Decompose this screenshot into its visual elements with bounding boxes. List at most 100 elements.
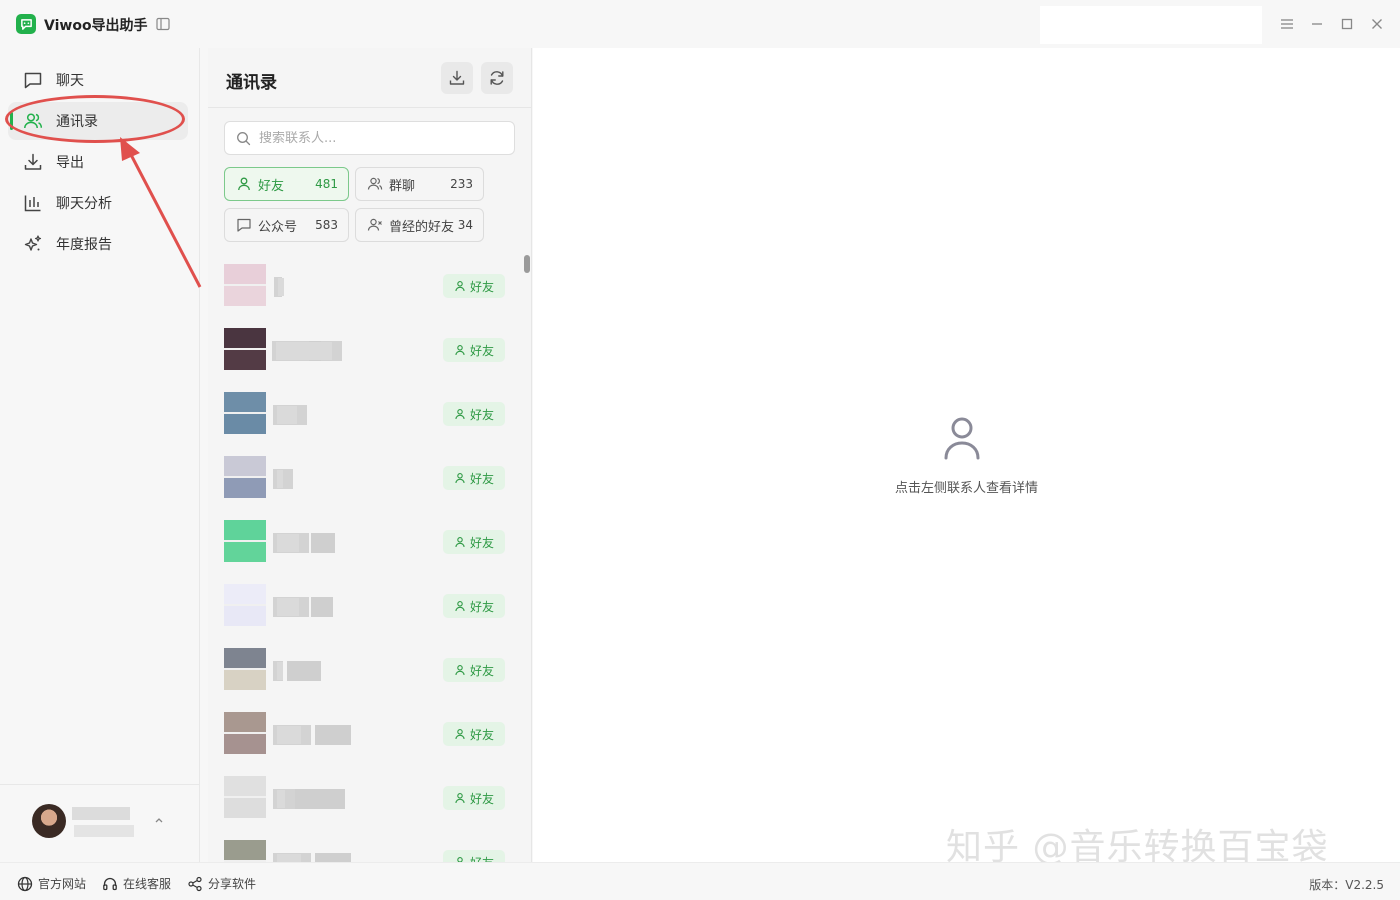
contact-name-blur <box>273 469 293 489</box>
menu-icon[interactable] <box>1277 14 1297 34</box>
contact-name-blur <box>277 534 299 552</box>
badge-label: 好友 <box>469 663 494 678</box>
empty-state-text: 点击左侧联系人查看详情 <box>894 481 1038 496</box>
download-icon <box>449 70 465 85</box>
contact-avatar <box>224 584 266 626</box>
headset-icon <box>102 876 118 892</box>
sparkles-icon <box>23 234 43 254</box>
contact-avatar <box>224 328 266 370</box>
contact-name-blur <box>277 726 301 744</box>
username-blur <box>72 807 130 820</box>
contact-name-blur <box>277 470 283 488</box>
filter-groups[interactable]: 群聊 233 <box>355 167 484 201</box>
search-box[interactable] <box>224 121 515 155</box>
nav-item-label: 聊天 <box>56 73 84 89</box>
footer-link-label: 分享软件 <box>208 877 257 891</box>
contact-avatar <box>224 712 266 754</box>
scrollbar-thumb[interactable] <box>524 255 530 273</box>
export-contacts-button[interactable] <box>441 62 473 94</box>
table-row[interactable]: 好友 <box>224 392 514 438</box>
filter-friends[interactable]: 好友 481 <box>224 167 349 201</box>
user-id-blur <box>74 825 134 837</box>
table-row[interactable]: 好友 <box>224 712 514 758</box>
collapse-sidebar-icon[interactable] <box>155 16 171 32</box>
user-icon <box>454 344 466 356</box>
nav-item-label: 导出 <box>56 155 84 171</box>
contacts-icon <box>23 111 43 131</box>
chat-icon <box>23 70 43 90</box>
badge-label: 好友 <box>469 407 494 422</box>
badge-label: 好友 <box>470 854 494 863</box>
close-icon[interactable] <box>1367 14 1387 34</box>
table-row[interactable]: 好友 <box>224 648 514 694</box>
table-row[interactable]: 好友 <box>224 328 514 374</box>
avatar[interactable] <box>32 804 66 838</box>
filter-label: 曾经的好友 <box>389 219 455 235</box>
table-row[interactable]: 好友 <box>224 840 514 862</box>
nav-item-export[interactable]: 导出 <box>8 143 188 181</box>
page-title: 通讯录 <box>226 73 277 93</box>
friend-badge: 好友 <box>443 530 505 554</box>
user-icon <box>454 792 466 804</box>
search-input[interactable] <box>259 130 509 146</box>
sidebar: 聊天 通讯录 导出 聊天分析 年度报告 <box>0 48 200 862</box>
contact-name-blur <box>276 342 332 360</box>
friend-badge: 好友 <box>443 786 505 810</box>
app-logo-icon <box>16 14 36 34</box>
official-website-link[interactable]: 官方网站 <box>17 875 86 892</box>
nav-item-label: 聊天分析 <box>56 196 112 212</box>
app-title: Viwoo导出助手 <box>44 18 148 34</box>
nav-item-contacts[interactable]: 通讯录 <box>8 102 188 140</box>
contact-avatar <box>224 648 266 690</box>
table-row[interactable]: 好友 <box>224 456 514 502</box>
filter-official-accounts[interactable]: 公众号 583 <box>224 208 349 242</box>
filter-former-friends[interactable]: 曾经的好友 34 <box>355 208 484 242</box>
user-icon <box>454 664 466 676</box>
bar-chart-icon <box>23 193 43 213</box>
user-icon <box>454 536 466 548</box>
share-software-link[interactable]: 分享软件 <box>187 875 256 892</box>
contact-avatar <box>224 520 266 562</box>
user-x-icon <box>367 217 383 233</box>
table-row[interactable]: 好友 <box>224 776 514 822</box>
online-support-link[interactable]: 在线客服 <box>102 875 171 892</box>
maximize-icon[interactable] <box>1337 14 1357 34</box>
friend-badge: 好友 <box>443 466 505 490</box>
badge-label: 好友 <box>469 343 494 358</box>
user-icon <box>236 176 252 192</box>
badge-label: 好友 <box>469 599 494 614</box>
filter-label: 好友 <box>258 178 285 194</box>
minimize-icon[interactable] <box>1307 14 1327 34</box>
contact-avatar <box>224 264 266 306</box>
user-profile[interactable] <box>0 784 200 862</box>
footer-link-label: 官方网站 <box>38 877 87 891</box>
nav-item-label: 通讯录 <box>56 114 98 130</box>
refresh-button[interactable] <box>481 62 513 94</box>
chevron-up-icon[interactable] <box>152 813 166 827</box>
friend-badge: 好友 <box>443 274 505 298</box>
contact-name-blur <box>277 598 299 616</box>
table-row[interactable]: 好友 <box>224 584 514 630</box>
nav-item-annual-report[interactable]: 年度报告 <box>8 225 188 263</box>
filter-count: 481 <box>315 177 338 191</box>
friend-badge: 好友 <box>443 722 505 746</box>
contact-name-blur <box>311 597 333 617</box>
message-square-icon <box>236 217 252 233</box>
nav-item-chat[interactable]: 聊天 <box>8 61 188 99</box>
contact-name-blur <box>295 789 345 809</box>
badge-label: 好友 <box>469 727 494 742</box>
filter-label: 群聊 <box>389 178 416 194</box>
user-icon <box>454 280 466 292</box>
footer: 官方网站 在线客服 分享软件 版本：V2.2.5 <box>0 862 1400 900</box>
filter-count: 34 <box>457 218 473 232</box>
user-icon <box>454 472 466 484</box>
nav-item-label: 年度报告 <box>56 237 112 253</box>
table-row[interactable]: 好友 <box>224 520 514 566</box>
badge-label: 好友 <box>469 791 494 806</box>
contact-avatar <box>224 392 266 434</box>
filter-count: 583 <box>315 218 338 232</box>
contact-name-blur <box>315 725 351 745</box>
contact-name-blur <box>277 790 285 808</box>
table-row[interactable]: 好友 <box>224 264 514 310</box>
nav-item-chat-analysis[interactable]: 聊天分析 <box>8 184 188 222</box>
